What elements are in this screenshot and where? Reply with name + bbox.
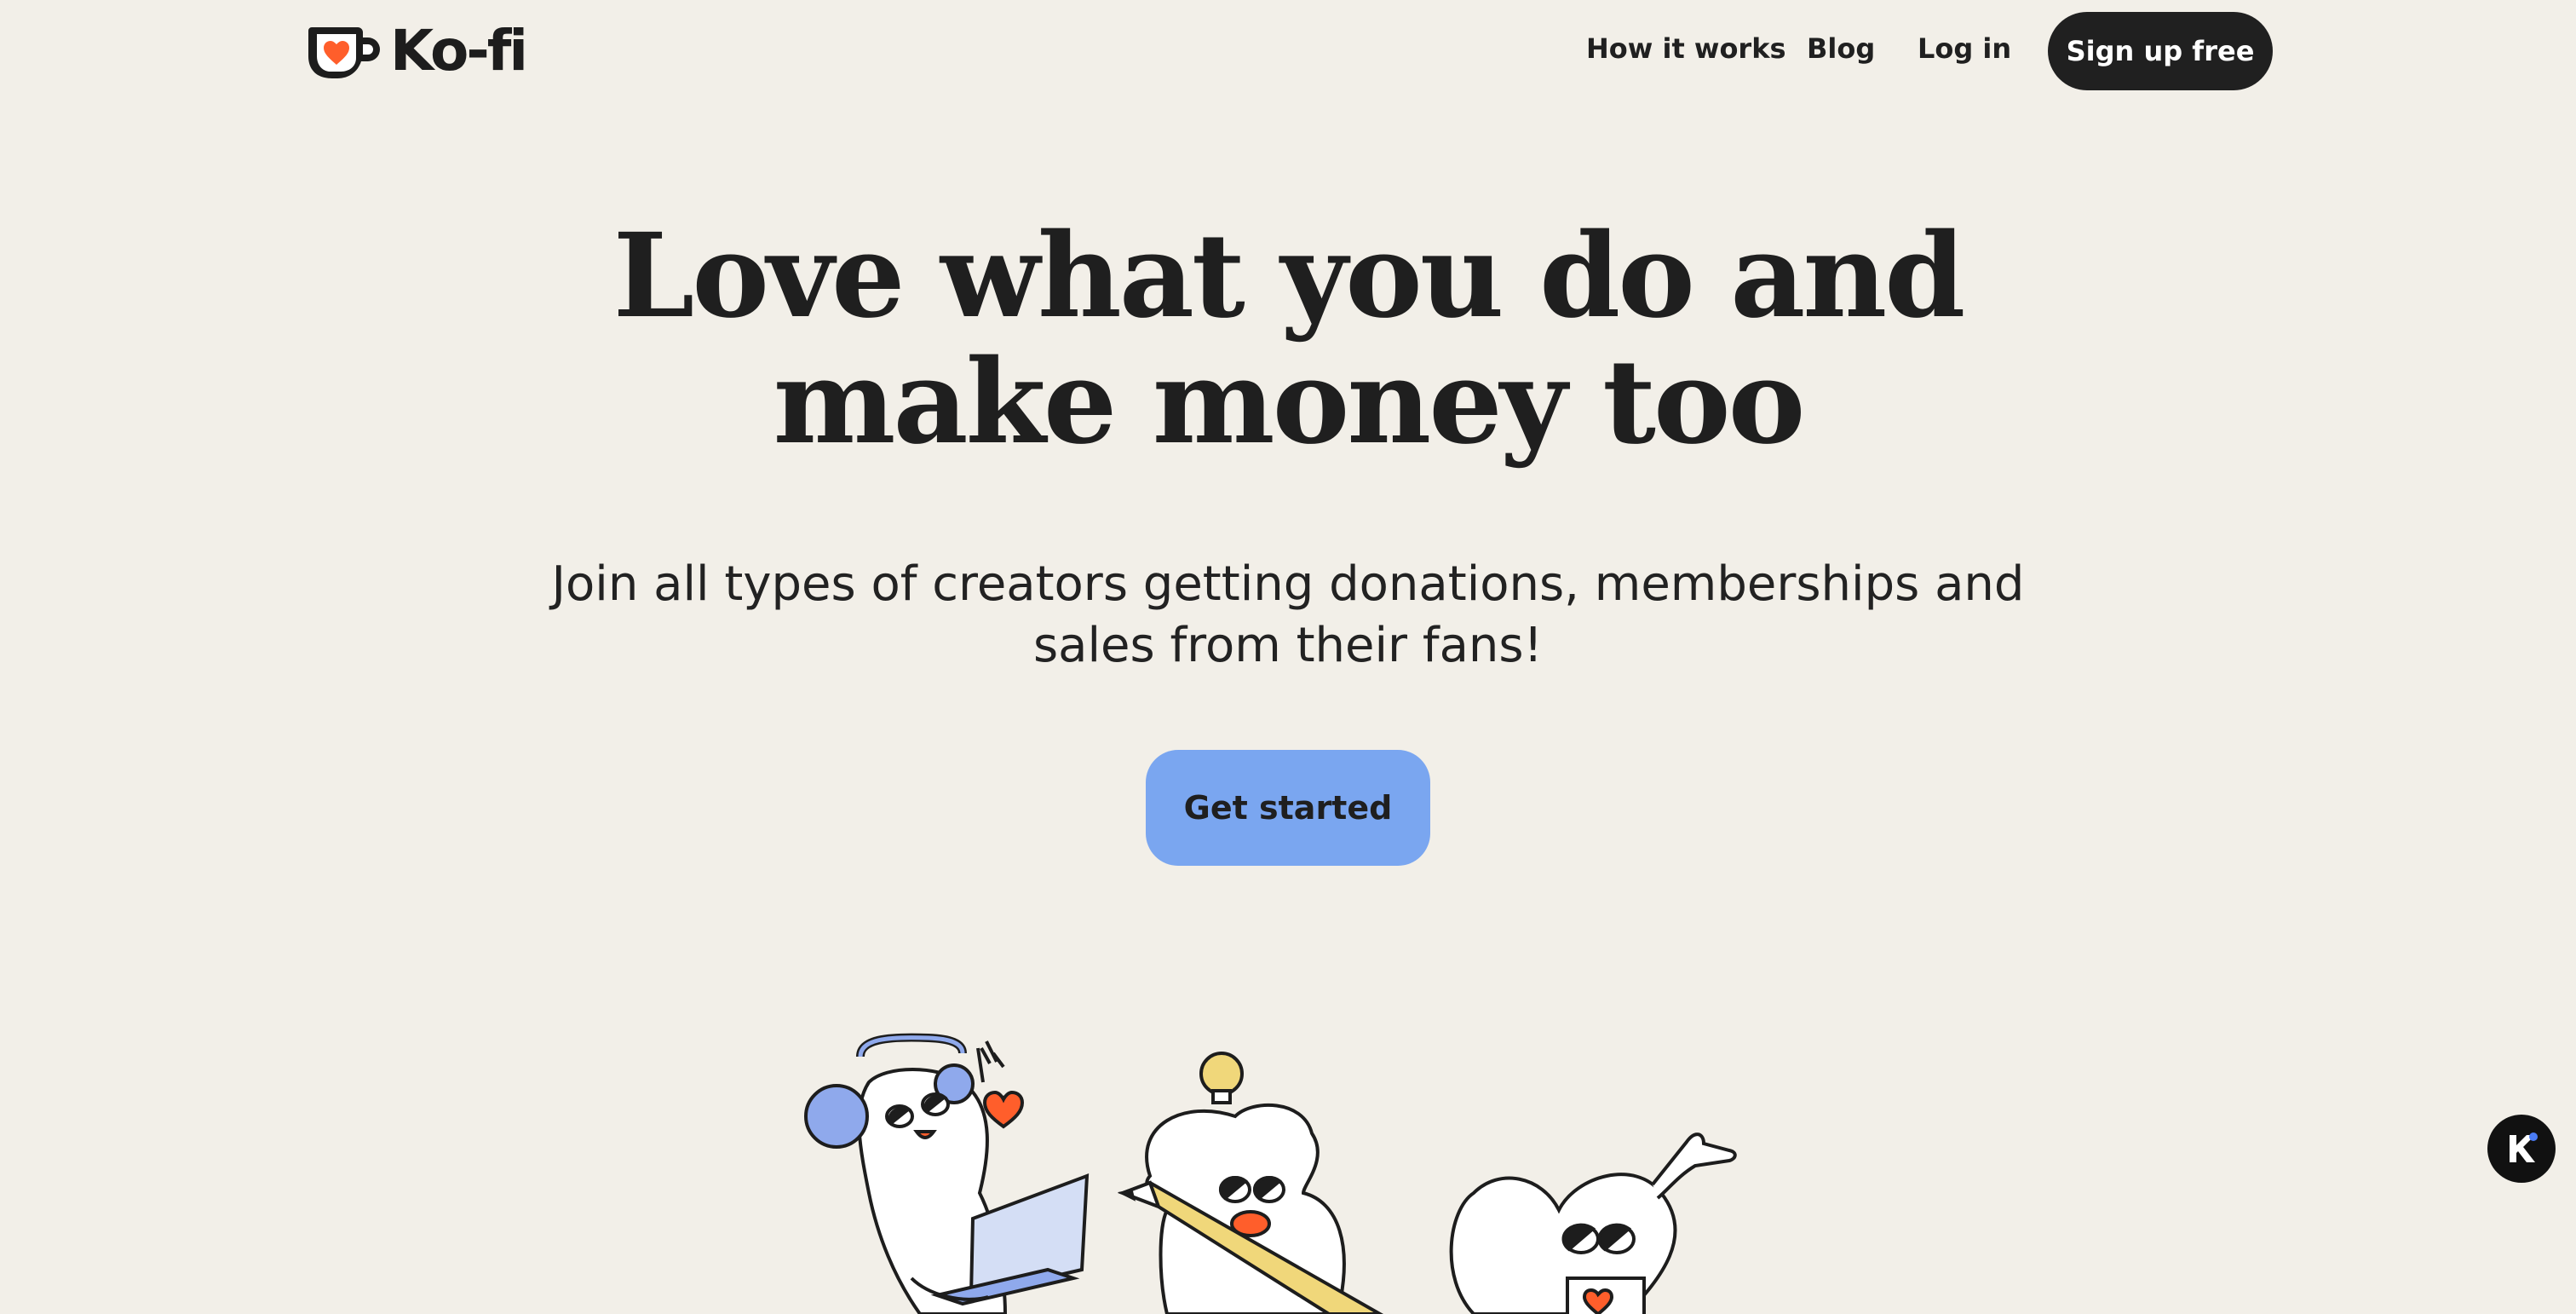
get-started-button[interactable]: Get started (1146, 750, 1430, 866)
headline-line-2: make money too (773, 334, 1806, 470)
nav-log-in[interactable]: Log in (1918, 32, 2011, 65)
logo-wordmark: Ko-fi (390, 18, 528, 84)
hero-headline: Love what you do and make money too (0, 213, 2576, 465)
creators-illustration (804, 1033, 1737, 1314)
site-header: Ko-fi How it works Blog Log in Sign up f… (0, 0, 2576, 102)
kofi-widget-button[interactable] (2487, 1115, 2556, 1183)
subhead-line-2: sales from their fans! (1032, 618, 1544, 673)
character-heart (1449, 1132, 1737, 1314)
kofi-cup-icon (308, 27, 380, 78)
sign-up-button[interactable]: Sign up free (2048, 12, 2273, 90)
kofi-k-icon (2510, 1132, 2538, 1162)
nav-blog[interactable]: Blog (1807, 32, 1875, 65)
character-pencil (1117, 1052, 1384, 1314)
kofi-logo[interactable]: Ko-fi (305, 15, 552, 87)
headline-line-1: Love what you do and (612, 208, 1966, 344)
hero-subheading: Join all types of creators getting donat… (477, 554, 2099, 677)
nav-how-it-works[interactable]: How it works (1586, 32, 1786, 65)
character-headphones (804, 1033, 1090, 1314)
subhead-line-1: Join all types of creators getting donat… (551, 556, 2025, 612)
